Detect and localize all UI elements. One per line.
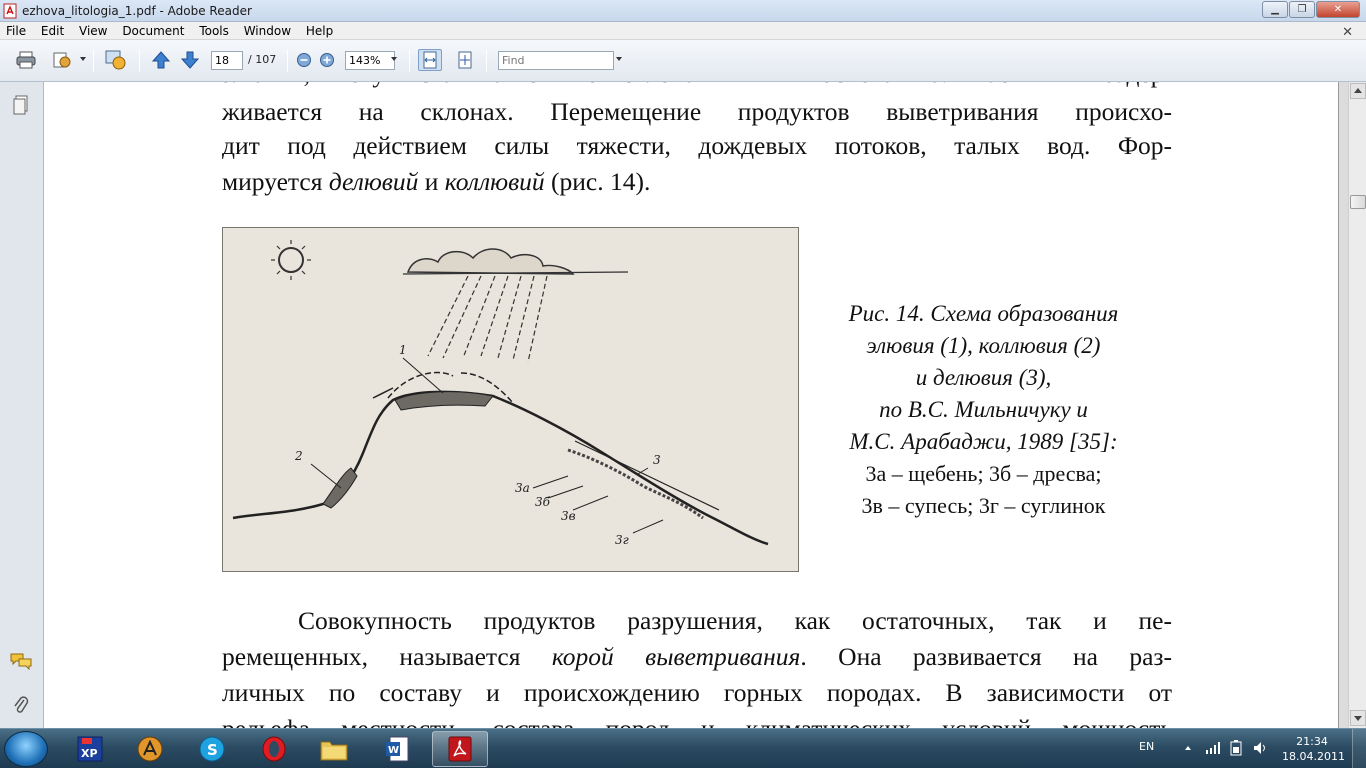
- figure-label-3b: 3б: [535, 495, 551, 509]
- figure-label-3: 3: [653, 453, 661, 467]
- attachments-panel-icon[interactable]: [10, 694, 32, 716]
- figure-label-3v: 3в: [561, 509, 576, 523]
- taskbar-app-word-icon[interactable]: W: [370, 731, 426, 767]
- sun-icon: [271, 240, 311, 280]
- network-icon[interactable]: [1205, 741, 1221, 781]
- maximize-button[interactable]: ❐: [1289, 1, 1315, 18]
- find-options-icon[interactable]: [616, 57, 622, 61]
- figure-label-2: 2: [294, 449, 303, 463]
- close-button[interactable]: ✕: [1316, 1, 1360, 18]
- taskbar-app-opera-icon[interactable]: [246, 731, 302, 767]
- figure-label-3g: 3г: [615, 533, 629, 547]
- text-line: личных по составу и происхождению горных…: [222, 678, 1172, 707]
- fit-page-icon[interactable]: [453, 49, 477, 71]
- clock-time: 21:34: [1296, 735, 1328, 748]
- svg-text:S: S: [207, 741, 218, 759]
- scroll-down-button[interactable]: [1350, 710, 1366, 726]
- caption-line: и делювия (3),: [915, 365, 1052, 390]
- find-input[interactable]: Find: [498, 51, 614, 70]
- caption-line: 3в – супесь; 3г – суглинок: [861, 493, 1106, 518]
- page-edge: [1338, 82, 1348, 728]
- figure-label-1: 1: [399, 343, 407, 357]
- taskbar: XP S W EN 21:34 18.04.2011: [0, 728, 1366, 769]
- chevron-down-icon[interactable]: [80, 57, 86, 61]
- language-indicator[interactable]: EN: [1139, 740, 1154, 780]
- caption-line: М.С. Арабаджи, 1989 [35]:: [849, 429, 1118, 454]
- taskbar-app-archicad-icon[interactable]: [122, 731, 178, 767]
- rain-lines: [427, 275, 548, 363]
- close-document-button[interactable]: ✕: [1336, 23, 1358, 40]
- start-button[interactable]: [4, 731, 48, 767]
- text-line: дит под действием силы тяжести, дождевых…: [222, 131, 1172, 160]
- page-number-input[interactable]: 18: [211, 51, 243, 70]
- menu-bar: File Edit View Document Tools Window Hel…: [0, 22, 1366, 40]
- menu-document[interactable]: Document: [116, 22, 189, 38]
- taskbar-app-adobe-reader-icon[interactable]: [432, 731, 488, 767]
- print-icon[interactable]: [14, 49, 38, 71]
- svg-text:XP: XP: [81, 747, 98, 760]
- text-line-cut-top: элювии, могут скатываться по склонам к и…: [222, 82, 1172, 91]
- caption-line: элювия (1), коллювия (2): [866, 333, 1101, 358]
- zoom-out-icon[interactable]: [292, 49, 316, 71]
- system-clock[interactable]: 21:34 18.04.2011: [1282, 734, 1345, 764]
- zoom-level-select[interactable]: 143%: [345, 51, 395, 70]
- title-bar: ezhova_litologia_1.pdf - Adobe Reader ▁ …: [0, 0, 1366, 22]
- zoom-dropdown-icon[interactable]: [391, 57, 397, 61]
- toolbar: 18 / 107 143% Find: [0, 40, 1366, 82]
- caption-line: Рис. 14. Схема образования: [848, 301, 1119, 326]
- volume-icon[interactable]: [1252, 740, 1268, 780]
- share-icon[interactable]: [50, 49, 74, 71]
- cloud-icon: [402, 248, 629, 275]
- text-line: ремещенных, называется корой выветривани…: [222, 642, 1172, 671]
- show-hidden-icons-icon[interactable]: [1183, 743, 1193, 783]
- menu-view[interactable]: View: [73, 22, 112, 38]
- text-line: Совокупность продуктов разрушения, как о…: [298, 606, 1172, 635]
- callout-lines: [310, 357, 664, 534]
- menu-file[interactable]: File: [0, 22, 31, 38]
- text-line: живается на склонах. Перемещение продукт…: [222, 97, 1172, 126]
- collaborate-icon[interactable]: [104, 49, 128, 71]
- window-title: ezhova_litologia_1.pdf - Adobe Reader: [22, 4, 252, 18]
- menu-help[interactable]: Help: [300, 22, 338, 38]
- menu-tools[interactable]: Tools: [193, 22, 234, 38]
- figure-label-3a: 3а: [515, 481, 530, 495]
- page-total: / 107: [248, 53, 277, 66]
- navigation-panel: [0, 82, 44, 728]
- menu-edit[interactable]: Edit: [35, 22, 69, 38]
- taskbar-app-explorer-icon[interactable]: [306, 731, 362, 767]
- adobe-reader-icon: [3, 3, 17, 19]
- terrain-profile: [232, 371, 769, 546]
- previous-page-icon[interactable]: [149, 49, 173, 71]
- taskbar-app-xp-icon[interactable]: XP: [62, 731, 118, 767]
- caption-line: 3а – щебень; 3б – дресва;: [865, 461, 1102, 486]
- document-view[interactable]: элювии, могут скатываться по склонам к и…: [45, 82, 1348, 728]
- taskbar-app-skype-icon[interactable]: S: [184, 731, 240, 767]
- figure-caption: Рис. 14. Схема образования элювия (1), к…: [805, 298, 1162, 522]
- scroll-thumb[interactable]: [1350, 195, 1366, 209]
- pages-panel-icon[interactable]: [10, 94, 32, 116]
- scroll-up-button[interactable]: [1350, 83, 1366, 99]
- minimize-button[interactable]: ▁: [1262, 1, 1288, 18]
- clock-date: 18.04.2011: [1282, 750, 1345, 763]
- zoom-in-icon[interactable]: [315, 49, 339, 71]
- comments-panel-icon[interactable]: [10, 650, 32, 672]
- text-line-cut-bottom: рельефа местности, состава пород и клима…: [222, 712, 1172, 728]
- caption-line: по В.С. Мильничуку и: [879, 397, 1088, 422]
- vertical-scrollbar[interactable]: [1348, 82, 1366, 728]
- text-line: мируется делювий и коллювий (рис. 14).: [222, 167, 651, 196]
- figure-illustration: 1 2 3 3а 3б 3в 3г: [222, 227, 799, 572]
- menu-window[interactable]: Window: [238, 22, 296, 38]
- next-page-icon[interactable]: [178, 49, 202, 71]
- svg-text:W: W: [388, 745, 399, 756]
- show-desktop-button[interactable]: [1352, 729, 1366, 769]
- fit-width-icon[interactable]: [418, 49, 442, 71]
- battery-icon[interactable]: [1228, 740, 1244, 780]
